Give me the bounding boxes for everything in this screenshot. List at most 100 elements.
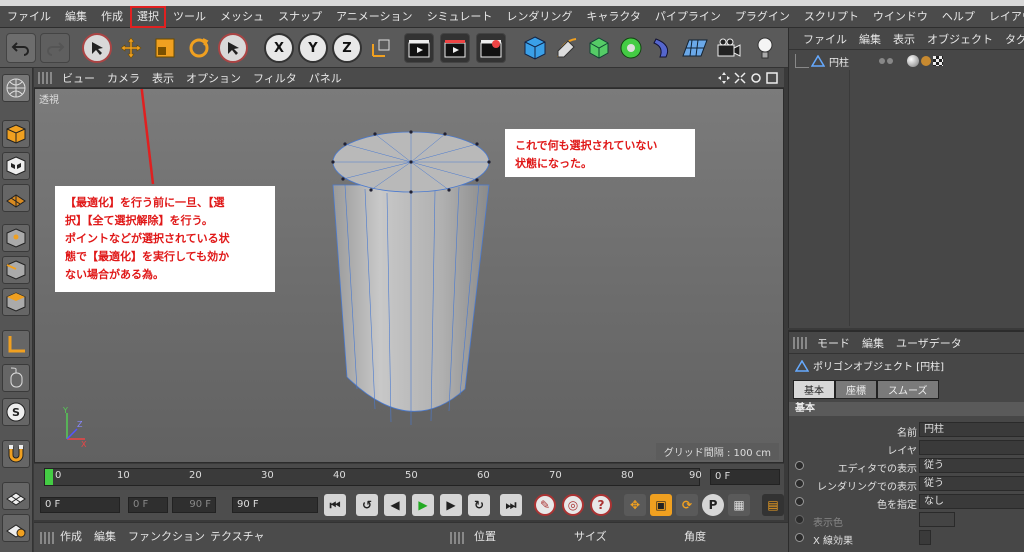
am-menu-userdata[interactable]: ユーザデータ (890, 335, 968, 351)
keyframe-selection-button[interactable]: ? (590, 494, 612, 516)
point-mode-button[interactable] (2, 224, 30, 252)
snap-button[interactable]: S (2, 398, 30, 426)
editor-visibility-dot[interactable] (879, 58, 885, 64)
om-menu-edit[interactable]: 編集 (853, 31, 887, 47)
timeline-window-button[interactable]: ▤ (762, 494, 784, 516)
goto-end-button[interactable]: ⏭ (500, 494, 522, 516)
attr-radio-editor-visible[interactable] (795, 461, 804, 470)
next-frame-button[interactable]: ▶ (440, 494, 462, 516)
menu-pipeline[interactable]: パイプライン (648, 6, 728, 28)
attr-radio-use-color[interactable] (795, 497, 804, 506)
menu-plugins[interactable]: プラグイン (728, 6, 797, 28)
next-key-button[interactable]: ↻ (468, 494, 490, 516)
play-button[interactable]: ▶ (412, 494, 434, 516)
am-menu-edit[interactable]: 編集 (856, 335, 890, 351)
cloner-button[interactable] (616, 33, 646, 63)
material-menu-edit[interactable]: 編集 (94, 528, 116, 544)
menu-snap[interactable]: スナップ (271, 6, 329, 28)
undo-button[interactable] (6, 33, 36, 63)
menu-animate[interactable]: アニメーション (329, 6, 420, 28)
menu-layout[interactable]: レイアウト (982, 6, 1024, 28)
menu-help[interactable]: ヘルプ (935, 6, 982, 28)
autokey-button[interactable]: ◎ (562, 494, 584, 516)
om-menu-objects[interactable]: オブジェクト (921, 31, 999, 47)
attr-input-layer[interactable] (919, 440, 1024, 455)
attr-radio-display-color[interactable] (795, 515, 804, 524)
texture-mode-button[interactable] (2, 152, 30, 180)
menu-file[interactable]: ファイル (0, 6, 58, 28)
menu-simulate[interactable]: シミュレート (420, 6, 500, 28)
subdivision-surface-button[interactable] (584, 33, 614, 63)
render-view-button[interactable] (404, 33, 434, 63)
object-row-cylinder[interactable]: 円柱 (789, 52, 1024, 70)
coordinate-system-button[interactable] (366, 33, 396, 63)
viewport-menu-view[interactable]: ビュー (56, 70, 101, 86)
menu-render[interactable]: レンダリング (499, 6, 579, 28)
key-position-button[interactable]: ✥ (624, 494, 646, 516)
menu-character[interactable]: キャラクタ (579, 6, 648, 28)
attr-select-use-color[interactable]: なし (919, 494, 1024, 509)
object-name[interactable]: 円柱 (829, 54, 875, 69)
grid-lock-button[interactable] (2, 482, 30, 510)
render-settings-button[interactable] (476, 33, 506, 63)
material-menu-texture[interactable]: テクスチャ (210, 528, 265, 544)
menu-create[interactable]: 作成 (94, 6, 130, 28)
material-menu-function[interactable]: ファンクション (128, 528, 205, 544)
viewport-maximize-icon[interactable] (766, 71, 778, 84)
om-menu-view[interactable]: 表示 (887, 31, 921, 47)
range-start-field[interactable]: 0 F (128, 497, 168, 513)
attr-input-name[interactable]: 円柱 (919, 422, 1024, 437)
edge-mode-button[interactable] (2, 256, 30, 284)
viewport-zoom-icon[interactable] (734, 71, 746, 84)
viewport-menu-filter[interactable]: フィルタ (247, 70, 303, 86)
tab-basic[interactable]: 基本 (793, 380, 835, 399)
start-frame-field[interactable]: 0 F (40, 497, 120, 513)
attr-radio-render-visible[interactable] (795, 479, 804, 488)
perspective-viewport[interactable]: 透視 【最適化】を行う前に一旦、【選 択】【全て選択解除】を行う。 ポイントなど… (34, 88, 784, 463)
attr-color-swatch[interactable] (919, 512, 955, 527)
timeline[interactable]: 0 10 20 30 40 50 60 70 80 90 0 F (34, 464, 784, 490)
viewport-menu-panel[interactable]: パネル (303, 70, 348, 86)
attr-select-render-visible[interactable]: 従う (919, 476, 1024, 491)
tab-coord[interactable]: 座標 (835, 380, 877, 399)
render-visibility-dot[interactable] (887, 58, 893, 64)
redo-button[interactable] (40, 33, 70, 63)
scale-tool-button[interactable] (150, 33, 180, 63)
move-tool-button[interactable] (116, 33, 146, 63)
viewport-menu-options[interactable]: オプション (180, 70, 247, 86)
model-mode-button[interactable] (2, 120, 30, 148)
spline-pen-button[interactable] (552, 33, 582, 63)
y-axis-button[interactable]: Y (298, 33, 328, 63)
workplane-mode-button[interactable] (2, 184, 30, 212)
deformer-button[interactable] (648, 33, 678, 63)
make-editable-button[interactable] (2, 74, 30, 102)
material-tag-icon[interactable] (921, 56, 931, 66)
cube-primitive-button[interactable] (520, 33, 550, 63)
menu-window[interactable]: ウインドウ (866, 6, 935, 28)
x-axis-button[interactable]: X (264, 33, 294, 63)
goto-start-button[interactable]: ⏮ (324, 494, 346, 516)
om-menu-tags[interactable]: タグ (999, 31, 1024, 47)
end-frame-field[interactable]: 90 F (232, 497, 318, 513)
viewport-menu-display[interactable]: 表示 (146, 70, 180, 86)
key-parameter-button[interactable]: P (702, 494, 724, 516)
menu-mesh[interactable]: メッシュ (213, 6, 271, 28)
uvw-tag-icon[interactable] (933, 56, 943, 66)
om-menu-file[interactable]: ファイル (797, 31, 853, 47)
timeline-ruler[interactable]: 0 10 20 30 40 50 60 70 80 90 (44, 468, 702, 486)
menu-tools[interactable]: ツール (166, 6, 213, 28)
live-select-button[interactable] (82, 33, 112, 63)
tab-smooth[interactable]: スムーズ (877, 380, 939, 399)
key-rotation-button[interactable]: ⟳ (676, 494, 698, 516)
viewport-rotate-icon[interactable] (750, 72, 762, 84)
range-end-field[interactable]: 90 F (172, 497, 216, 513)
camera-button[interactable] (714, 33, 744, 63)
material-menu-create[interactable]: 作成 (60, 528, 82, 544)
attr-checkbox-xray[interactable] (919, 530, 931, 545)
rotate-tool-button[interactable] (184, 33, 214, 63)
prev-frame-button[interactable]: ◀ (384, 494, 406, 516)
current-frame-field[interactable]: 0 F (710, 469, 780, 485)
attr-radio-xray[interactable] (795, 533, 804, 542)
select-tool-button[interactable] (218, 33, 248, 63)
playhead[interactable] (45, 469, 53, 485)
